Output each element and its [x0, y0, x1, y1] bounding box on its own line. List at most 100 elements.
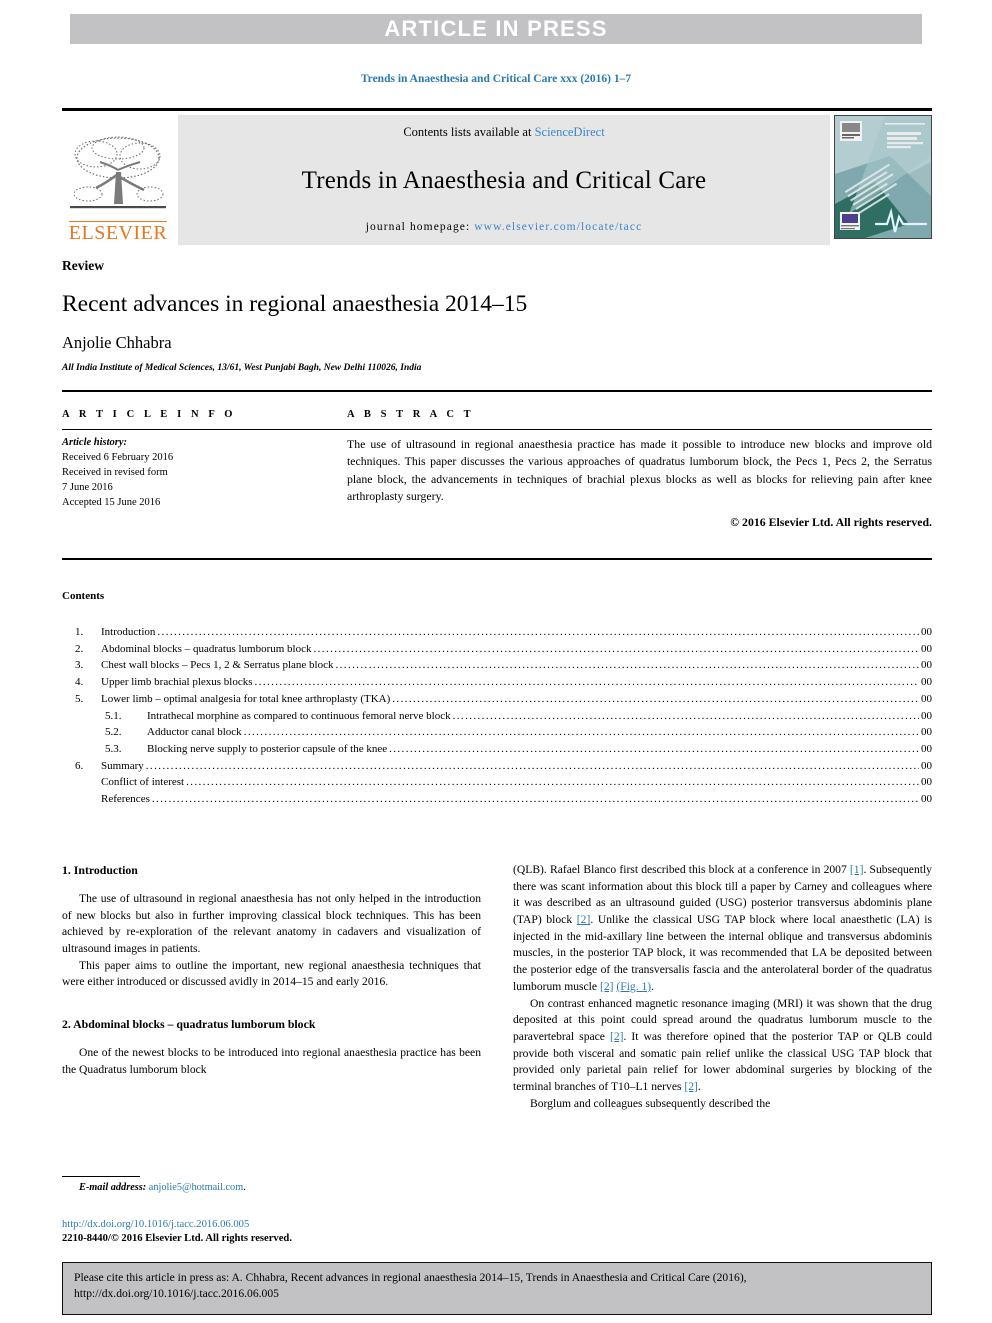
article-info-rule	[62, 429, 347, 430]
cite-line-1: Please cite this article in press as: A.…	[74, 1271, 747, 1284]
journal-cover-thumbnail[interactable]	[834, 115, 932, 239]
contents-section: Contents 1. Introduction.................…	[62, 558, 932, 808]
body-column-left: 1. Introduction The use of ultrasound in…	[62, 862, 481, 1112]
toc-item-label[interactable]: Intrathecal morphine as compared to cont…	[147, 708, 451, 725]
abstract-text: The use of ultrasound in regional anaest…	[347, 437, 932, 504]
toc-item-label[interactable]: Abdominal blocks – quadratus lumborum bl…	[101, 641, 312, 658]
toc-item-number: 3.	[75, 659, 84, 672]
toc-leader-dots: ........................................…	[151, 793, 919, 806]
toc-row[interactable]: 5.1. Intrathecal morphine as compared to …	[62, 708, 932, 725]
citation-ref-2d[interactable]: [2]	[684, 1080, 698, 1093]
paragraph: This paper aims to outline the important…	[62, 958, 481, 989]
cite-line-2: http://dx.doi.org/10.1016/j.tacc.2016.06…	[74, 1287, 279, 1301]
title-block: Review Recent advances in regional anaes…	[62, 258, 932, 373]
toc-row[interactable]: 4. Upper limb brachial plexus blocks.....…	[62, 674, 932, 691]
article-history-label: Article history:	[62, 437, 128, 448]
journal-homepage-link[interactable]: www.elsevier.com/locate/tacc	[474, 221, 642, 233]
journal-homepage-line: journal homepage: www.elsevier.com/locat…	[366, 221, 643, 233]
masthead-center-panel: Contents lists available at ScienceDirec…	[178, 115, 830, 245]
body-column-right: (QLB). Rafael Blanco first described thi…	[513, 862, 932, 1112]
toc-item-number: 6.	[75, 759, 84, 772]
toc-row[interactable]: 3. Chest wall blocks – Pecs 1, 2 & Serrat…	[62, 657, 932, 674]
journal-masthead: ELSEVIER Contents lists available at Sci…	[62, 108, 932, 245]
toc-leader-dots: ........................................…	[186, 776, 919, 789]
toc-row[interactable]: References..............................…	[62, 791, 932, 808]
toc-leader-dots: ........................................…	[389, 743, 919, 756]
article-info-column: A R T I C L E I N F O Article history: R…	[62, 409, 347, 530]
toc-leader-dots: ........................................…	[313, 642, 920, 655]
toc-leader-dots: ........................................…	[254, 676, 919, 689]
abstract-copyright: © 2016 Elsevier Ltd. All rights reserved…	[730, 514, 932, 529]
article-history: Article history: Received 6 February 201…	[62, 436, 347, 511]
toc-row[interactable]: 1. Introduction..........................…	[62, 624, 932, 641]
toc-row[interactable]: 2. Abdominal blocks – quadratus lumborum …	[62, 641, 932, 658]
author-affiliation: All India Institute of Medical Sciences,…	[62, 363, 422, 373]
issn-copyright-line: 2210-8440/© 2016 Elsevier Ltd. All right…	[62, 1232, 292, 1244]
toc-row[interactable]: 5.2. Adductor canal block................…	[62, 724, 932, 741]
toc-item-number: 2.	[75, 642, 84, 655]
paragraph-text: .	[697, 1079, 701, 1093]
elsevier-logo[interactable]: ELSEVIER	[62, 115, 174, 245]
article-history-line: Accepted 15 June 2016	[62, 496, 161, 508]
journal-title: Trends in Anaesthesia and Critical Care	[301, 166, 707, 194]
elsevier-tree-icon	[70, 136, 166, 209]
paragraph: One of the newest blocks to be introduce…	[62, 1046, 481, 1076]
toc-item-page: 00	[921, 676, 932, 689]
footnote-email-line: E-mail address: anjolie5@hotmail.com.	[62, 1182, 481, 1193]
toc-item-number: 5.	[75, 692, 84, 705]
email-address-label: E-mail address:	[79, 1182, 147, 1193]
toc-item-page: 00	[921, 626, 932, 638]
toc-item-number: 5.1.	[105, 709, 122, 722]
article-info-heading: A R T I C L E I N F O	[62, 409, 237, 420]
article-in-press-label: ARTICLE IN PRESS	[384, 16, 608, 41]
toc-item-label[interactable]: Conflict of interest	[101, 774, 184, 791]
journal-homepage-prefix: journal homepage:	[365, 221, 475, 233]
paragraph: Borglum and colleagues subsequently desc…	[530, 1096, 771, 1110]
footnote-block: E-mail address: anjolie5@hotmail.com.	[62, 1176, 481, 1193]
citation-ref-1[interactable]: [1]	[850, 863, 864, 876]
toc-item-label[interactable]: Blocking nerve supply to posterior capsu…	[147, 741, 387, 758]
paragraph: (QLB). Rafael Blanco first described thi…	[513, 862, 932, 996]
toc-item-number: 5.2.	[105, 726, 122, 739]
footnote-rule	[62, 1176, 140, 1177]
toc-item-label[interactable]: Summary	[101, 758, 144, 775]
toc-item-page: 00	[921, 709, 932, 722]
page-title: Recent advances in regional anaesthesia …	[62, 291, 528, 317]
article-page: ARTICLE IN PRESS Trends in Anaesthesia a…	[0, 0, 992, 1323]
abstract-heading: A B S T R A C T	[347, 409, 475, 420]
toc-item-number: 1.	[75, 626, 84, 638]
citation-ref-2b[interactable]: [2]	[600, 980, 614, 993]
document-type-label: Review	[62, 258, 104, 273]
toc-row[interactable]: Conflict of interest....................…	[62, 774, 932, 791]
imprint-block: http://dx.doi.org/10.1016/j.tacc.2016.06…	[62, 1218, 481, 1246]
author-name[interactable]: Anjolie Chhabra	[62, 333, 932, 353]
toc-row[interactable]: 6. Summary...............................…	[62, 758, 932, 775]
toc-item-label[interactable]: Lower limb – optimal analgesia for total…	[101, 691, 390, 708]
sciencedirect-link[interactable]: ScienceDirect	[535, 125, 605, 139]
toc-item-page: 00	[921, 793, 932, 806]
toc-leader-dots: ........................................…	[392, 692, 919, 705]
toc-item-page: 00	[921, 692, 932, 705]
toc-item-label[interactable]: Upper limb brachial plexus blocks	[101, 674, 253, 691]
toc-item-page: 00	[921, 659, 932, 672]
toc-leader-dots: ........................................…	[157, 626, 919, 638]
paragraph-text: (QLB). Rafael Blanco first described thi…	[513, 863, 850, 876]
doi-link[interactable]: http://dx.doi.org/10.1016/j.tacc.2016.06…	[62, 1218, 481, 1232]
toc-item-label[interactable]: Chest wall blocks – Pecs 1, 2 & Serratus…	[101, 657, 334, 674]
citation-ref-2c[interactable]: [2]	[610, 1030, 624, 1043]
toc-item-page: 00	[921, 776, 932, 789]
article-in-press-banner: ARTICLE IN PRESS	[70, 14, 922, 44]
body-columns: 1. Introduction The use of ultrasound in…	[62, 862, 932, 1112]
toc-leader-dots: ........................................…	[145, 759, 919, 772]
paragraph-text: .	[651, 979, 655, 993]
toc-item-label[interactable]: Introduction	[101, 624, 155, 641]
toc-item-label[interactable]: Adductor canal block	[147, 724, 242, 741]
author-email-link[interactable]: anjolie5@hotmail.com	[149, 1182, 243, 1193]
contents-available-line: Contents lists available at ScienceDirec…	[403, 125, 604, 140]
contents-heading: Contents	[62, 590, 105, 602]
toc-row[interactable]: 5.3. Blocking nerve supply to posterior c…	[62, 741, 932, 758]
toc-item-label[interactable]: References	[101, 791, 150, 808]
toc-row[interactable]: 5. Lower limb – optimal analgesia for tot…	[62, 691, 932, 708]
figure-ref-1[interactable]: (Fig. 1)	[616, 980, 651, 993]
citation-ref-2[interactable]: [2]	[577, 913, 591, 926]
